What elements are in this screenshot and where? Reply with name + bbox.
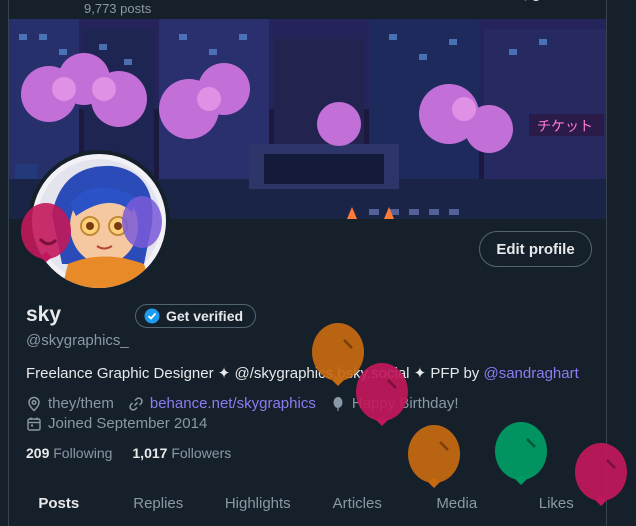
- following-label: Following: [53, 445, 113, 461]
- tab-likes[interactable]: Likes: [507, 480, 607, 526]
- bio-mention-link[interactable]: @sandraghart: [483, 365, 578, 382]
- tab-replies[interactable]: Replies: [109, 480, 209, 526]
- balloon-green-icon: [495, 422, 547, 485]
- tab-highlights[interactable]: Highlights: [208, 480, 308, 526]
- location-pin-icon: [28, 396, 40, 412]
- pronouns-item: they/them: [26, 395, 114, 412]
- followers-count: 1,017: [132, 445, 168, 461]
- get-verified-button[interactable]: Get verified: [135, 304, 257, 328]
- svg-text:チケット: チケット: [537, 119, 593, 135]
- avatar-illustration: [32, 154, 166, 288]
- edit-profile-button[interactable]: Edit profile: [479, 231, 592, 267]
- birthday-item: Happy Birthday!: [330, 395, 459, 412]
- joined-text: Joined September 2014: [48, 415, 208, 432]
- joined-item: Joined September 2014: [26, 415, 207, 432]
- website-item[interactable]: behance.net/skygraphics: [128, 395, 316, 412]
- tab-posts[interactable]: Posts: [9, 480, 109, 526]
- header-icons-partial: [524, 0, 539, 1]
- calendar-icon: [27, 417, 41, 431]
- profile-tabs: Posts Replies Highlights Articles Media …: [9, 480, 606, 526]
- tab-media[interactable]: Media: [407, 480, 507, 526]
- link-icon: [129, 396, 143, 411]
- following-count: 209: [26, 445, 50, 461]
- bio-text: Freelance Graphic Designer ✦ @/skygraphi…: [26, 365, 484, 382]
- balloon-icon: [333, 396, 343, 411]
- verified-badge-icon: [144, 308, 160, 324]
- get-verified-label: Get verified: [166, 308, 244, 324]
- birthday-text: Happy Birthday!: [351, 395, 459, 412]
- balloon-orange-2-icon: [408, 425, 460, 488]
- follow-stats: 209 Following 1,017 Followers: [26, 445, 231, 461]
- tab-articles[interactable]: Articles: [308, 480, 408, 526]
- user-handle: @skygraphics_: [26, 332, 129, 349]
- following-link[interactable]: 209 Following: [26, 445, 112, 461]
- column-border-right: [606, 0, 607, 526]
- profile-meta-row: they/them behance.net/skygraphics Happy …: [26, 395, 473, 412]
- followers-link[interactable]: 1,017 Followers: [132, 445, 231, 461]
- display-name: sky: [26, 303, 62, 326]
- website-link[interactable]: behance.net/skygraphics: [150, 395, 316, 412]
- followers-label: Followers: [171, 445, 232, 461]
- joined-row: Joined September 2014: [26, 415, 221, 432]
- profile-bio: Freelance Graphic Designer ✦ @/skygraphi…: [26, 364, 579, 382]
- pronouns-text: they/them: [48, 395, 114, 412]
- profile-avatar[interactable]: [28, 150, 170, 292]
- posts-count: 9,773 posts: [84, 1, 152, 16]
